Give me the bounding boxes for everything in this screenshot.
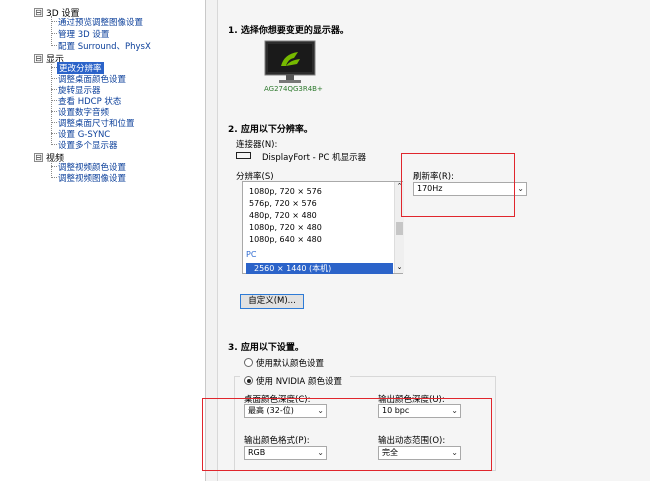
section-select-display-title: 1. 选择你想要变更的显示器。 <box>228 26 349 36</box>
resolution-option[interactable]: 576p, 720 × 576 <box>249 199 317 208</box>
resolution-option[interactable]: 1080p, 720 × 480 <box>249 223 322 232</box>
highlight-box-color-settings <box>202 398 492 471</box>
connector-value: DisplayFort - PC 机显示器 <box>262 153 367 163</box>
custom-resolution-button[interactable]: 自定义(M)... <box>240 294 304 309</box>
section-color-settings-title: 3. 应用以下设置。 <box>228 343 304 353</box>
displayport-icon <box>236 152 251 159</box>
tree-item-multiple-displays[interactable]: 设置多个显示器 <box>58 139 118 151</box>
monitor-name: AG274QG3R4B+ <box>264 85 323 93</box>
highlight-box-refresh <box>401 153 515 217</box>
collapse-video-icon[interactable]: ⊟ <box>34 153 43 162</box>
chevron-down-icon: ⌄ <box>517 184 524 193</box>
scroll-thumb[interactable] <box>396 222 403 235</box>
tree-item-surround-physx[interactable]: 配置 Surround、PhysX <box>58 40 151 52</box>
resolution-option[interactable]: 1080p, 720 × 576 <box>249 187 322 196</box>
connector-label: 连接器(N): <box>236 140 278 150</box>
scroll-down-icon[interactable]: ⌄ <box>395 263 404 272</box>
tree-item-video-image[interactable]: 调整视频图像设置 <box>58 172 126 184</box>
resolution-option[interactable]: 1080p, 640 × 480 <box>249 235 322 244</box>
collapse-display-icon[interactable]: ⊟ <box>34 54 43 63</box>
main-panel: 1. 选择你想要变更的显示器。 AG274QG3R4B+ 2. 应用以下分辨率。… <box>202 0 650 481</box>
resolution-option[interactable]: 480p, 720 × 480 <box>249 211 317 220</box>
settings-tree: ⊟ 3D 设置 通过预览调整图像设置 管理 3D 设置 配置 Surround、… <box>0 0 206 481</box>
section-resolution-title: 2. 应用以下分辨率。 <box>228 125 313 135</box>
default-color-radio[interactable] <box>244 358 253 367</box>
selected-resolution: 2560 × 1440 (本机) <box>254 264 332 273</box>
resolution-group-pc: PC <box>246 250 257 259</box>
default-color-label: 使用默认颜色设置 <box>256 359 325 369</box>
monitor-icon[interactable] <box>264 40 316 84</box>
resolution-list[interactable]: 1080p, 720 × 576 576p, 720 × 576 480p, 7… <box>242 181 404 274</box>
collapse-3d-icon[interactable]: ⊟ <box>34 8 43 17</box>
nvidia-color-label: 使用 NVIDIA 颜色设置 <box>256 377 342 387</box>
selected-resolution-highlight[interactable]: 2560 × 1440 (本机) <box>246 263 393 274</box>
tree-item-preview-image[interactable]: 通过预览调整图像设置 <box>58 16 143 28</box>
tree-item-manage-3d[interactable]: 管理 3D 设置 <box>58 28 109 40</box>
nvidia-color-radio[interactable] <box>244 376 253 385</box>
